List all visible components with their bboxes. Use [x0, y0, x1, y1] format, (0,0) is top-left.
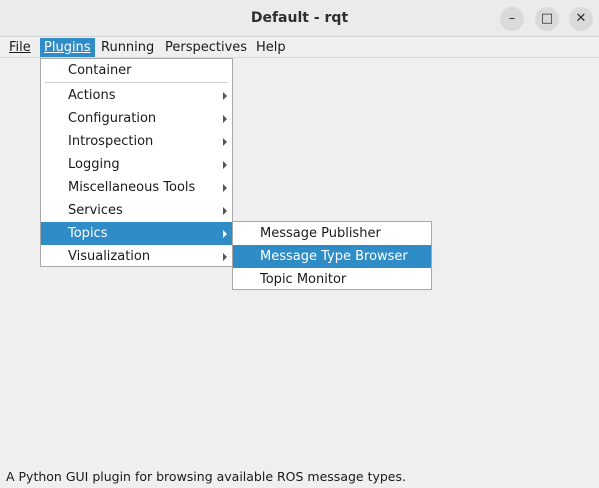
menu-item-miscellaneous-tools[interactable]: Miscellaneous Tools	[41, 176, 232, 199]
menu-item-actions[interactable]: Actions	[41, 84, 232, 107]
menu-perspectives-label: Perspectives	[165, 40, 248, 55]
status-bar: A Python GUI plugin for browsing availab…	[0, 466, 599, 488]
menu-help-label: Help	[256, 40, 286, 55]
title-bar: Default - rqt – □ ✕	[0, 0, 599, 37]
submenu-arrow-icon	[223, 161, 227, 169]
menu-item-configuration[interactable]: Configuration	[41, 107, 232, 130]
menu-item-message-type-browser[interactable]: Message Type Browser	[233, 245, 431, 268]
menu-perspectives[interactable]: Perspectives	[161, 38, 251, 57]
submenu-arrow-icon	[223, 253, 227, 261]
menu-item-message-publisher[interactable]: Message Publisher	[233, 222, 431, 245]
menu-item-topic-monitor[interactable]: Topic Monitor	[233, 268, 431, 291]
minimize-button[interactable]: –	[500, 7, 524, 31]
menu-item-visualization[interactable]: Visualization	[41, 245, 232, 268]
menu-running-label: Running	[101, 40, 155, 55]
menu-help[interactable]: Help	[252, 38, 290, 57]
menu-file-label: File	[9, 40, 31, 55]
submenu-arrow-icon	[223, 92, 227, 100]
maximize-button[interactable]: □	[535, 7, 559, 31]
menu-item-label: Services	[68, 203, 123, 218]
menu-separator	[45, 82, 228, 83]
menu-item-label: Logging	[68, 157, 120, 172]
menu-item-label: Actions	[68, 88, 116, 103]
submenu-arrow-icon	[223, 138, 227, 146]
menu-item-topics[interactable]: Topics	[41, 222, 232, 245]
menu-item-label: Topics	[68, 226, 108, 241]
menu-item-label: Miscellaneous Tools	[68, 180, 196, 195]
menu-running[interactable]: Running	[97, 38, 158, 57]
menu-item-services[interactable]: Services	[41, 199, 232, 222]
menu-plugins[interactable]: Plugins	[40, 38, 95, 57]
submenu-arrow-icon	[223, 207, 227, 215]
submenu-arrow-icon	[223, 230, 227, 238]
plugins-menu: Container Actions Configuration Introspe…	[40, 58, 233, 267]
submenu-arrow-icon	[223, 184, 227, 192]
maximize-icon: □	[540, 11, 554, 26]
menu-item-label: Message Publisher	[260, 226, 381, 241]
menu-file[interactable]: File	[5, 38, 35, 57]
menu-item-label: Introspection	[68, 134, 154, 149]
menu-plugins-label: Plugins	[44, 40, 91, 55]
menu-item-label: Message Type Browser	[260, 249, 408, 264]
submenu-arrow-icon	[223, 115, 227, 123]
status-text: A Python GUI plugin for browsing availab…	[6, 469, 406, 484]
menu-item-label: Visualization	[68, 249, 151, 264]
menu-item-label: Container	[68, 63, 132, 78]
close-button[interactable]: ✕	[569, 7, 593, 31]
topics-submenu: Message Publisher Message Type Browser T…	[232, 221, 432, 290]
menu-item-label: Configuration	[68, 111, 157, 126]
menu-item-container[interactable]: Container	[41, 59, 232, 82]
minimize-icon: –	[508, 11, 516, 26]
menu-item-logging[interactable]: Logging	[41, 153, 232, 176]
menu-bar: File Plugins Running Perspectives Help	[0, 37, 599, 58]
menu-item-label: Topic Monitor	[260, 272, 347, 287]
menu-item-introspection[interactable]: Introspection	[41, 130, 232, 153]
close-icon: ✕	[575, 11, 587, 26]
